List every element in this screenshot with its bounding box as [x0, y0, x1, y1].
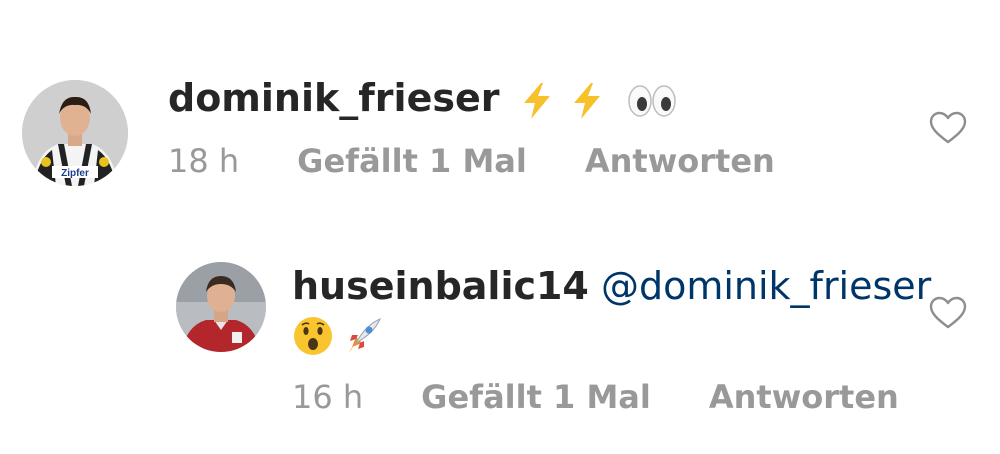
profile-photo [176, 262, 266, 352]
heart-icon[interactable] [929, 111, 967, 145]
profile-photo: Zipfer [22, 80, 128, 186]
comment-text-line: dominik_frieser [168, 76, 677, 120]
comment-username[interactable]: dominik_frieser [168, 76, 499, 120]
comment-text-line [292, 312, 384, 360]
jersey-sponsor-text: Zipfer [61, 168, 89, 179]
mention-link[interactable]: @dominik_frieser [601, 264, 931, 308]
comment-timestamp: 16 h [292, 378, 364, 416]
comment-text-line: huseinbalic14 @dominik_frieser [292, 264, 931, 308]
likes-count-link[interactable]: Gefällt 1 Mal [297, 142, 527, 180]
comment-meta: 18 h Gefällt 1 Mal Antworten [168, 142, 775, 180]
heart-icon[interactable] [929, 296, 967, 330]
high-voltage-emoji-icon [521, 76, 553, 120]
comment-meta: 16 h Gefällt 1 Mal Antworten [292, 378, 899, 416]
hushed-face-emoji-icon [292, 315, 334, 357]
avatar[interactable]: Zipfer [22, 80, 128, 186]
comments-section: Zipfer dominik_frieser 18 h Gefällt 1 Ma… [0, 0, 1000, 454]
high-voltage-emoji-icon [571, 76, 603, 120]
comment-timestamp: 18 h [168, 142, 240, 180]
likes-count-link[interactable]: Gefällt 1 Mal [421, 378, 651, 416]
avatar[interactable] [176, 262, 266, 352]
reply-button[interactable]: Antworten [585, 142, 775, 180]
eyes-emoji-icon [627, 76, 677, 120]
rocket-emoji-icon [342, 315, 384, 357]
reply-button[interactable]: Antworten [709, 378, 899, 416]
comment-username[interactable]: huseinbalic14 [292, 264, 589, 308]
